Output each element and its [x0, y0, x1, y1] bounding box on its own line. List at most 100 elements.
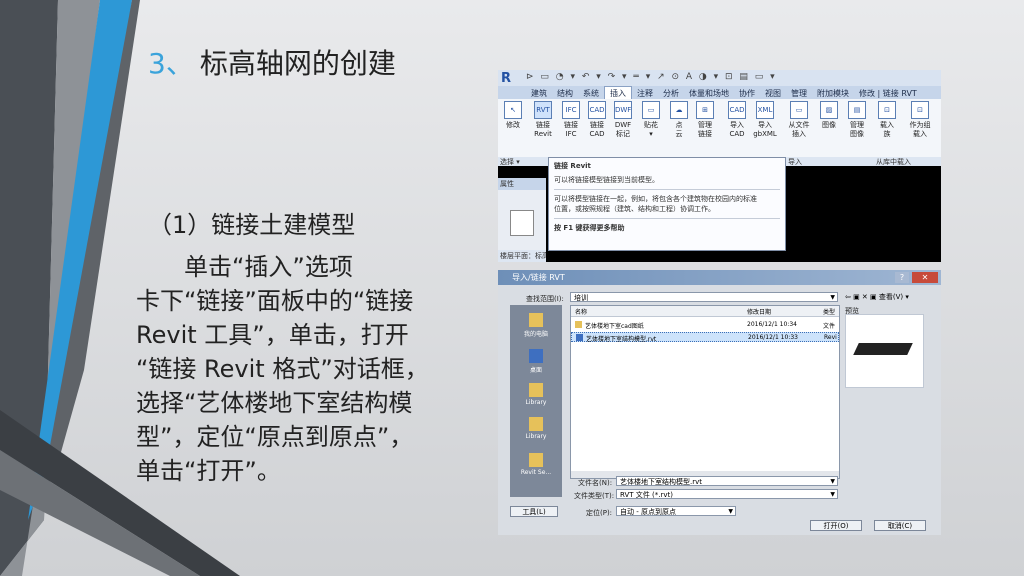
tooltip-line: 可以将链接模型链接到当前模型。 [554, 176, 659, 184]
computer-icon [529, 313, 543, 327]
tab-insert[interactable]: 插入 [604, 86, 632, 100]
tooltip-line: 位置，或按照规程（建筑、结构和工程）协调工作。 [554, 205, 715, 213]
place-library-2[interactable]: Library [510, 417, 562, 440]
help-button[interactable]: ? [895, 272, 909, 283]
lookin-label: 查找范围(I): [526, 295, 564, 303]
insert-from-file-button[interactable]: ▭ 从文件 插入 [786, 101, 812, 139]
load-library-group-label: 从库中载入 [876, 158, 911, 166]
body-line: 选择“艺体楼地下室结构模 [136, 389, 413, 417]
tooltip-line: 可以将模型链接在一起，例如，将包含各个建筑物在校园内的标准 [554, 195, 757, 203]
cloud-icon: ☁ [670, 101, 688, 119]
load-group-icon: ⊡ [911, 101, 929, 119]
dwf-markup-button[interactable]: DWF DWF 标记 [610, 101, 636, 139]
manage-images-button[interactable]: ▤ 管理 图像 [844, 101, 870, 139]
ribbon-panel: ↖ 修改 RVT 链接 Revit IFC 链接 IFC CAD 链接 CAD DWF D… [498, 99, 941, 158]
rvt-file-icon [576, 334, 583, 341]
view-name: 楼层平面：标高 1 [498, 250, 546, 262]
tooltip-divider [554, 189, 780, 190]
insert-file-icon: ▭ [790, 101, 808, 119]
list-item-selected[interactable]: 艺体楼地下室结构模型.rvt 2016/12/1 10:33 Revi [571, 332, 839, 343]
open-button[interactable]: 打开(O) [810, 520, 862, 531]
chevron-down-icon: ▼ [728, 508, 733, 515]
link-cad-button[interactable]: CAD 链接 CAD [584, 101, 610, 139]
place-computer[interactable]: 我的电脑 [510, 313, 562, 338]
column-name[interactable]: 名称 [575, 307, 587, 316]
dwf-icon: DWF [614, 101, 632, 119]
import-gbxml-icon: XML [756, 101, 774, 119]
body-line: 型”，定位“原点到原点”， [136, 423, 414, 451]
tooltip-divider [554, 218, 780, 219]
ribbon-tabs: 建筑 结构 系统 插入 注释 分析 体量和场地 协作 视图 管理 附加模块 修改 | 链接 RVT [498, 86, 941, 100]
manage-links-button[interactable]: ⊞ 管理 链接 [692, 101, 718, 139]
point-cloud-button[interactable]: ☁ 点 云 [666, 101, 692, 139]
folder-icon [529, 417, 543, 431]
import-group-label: 导入 [788, 158, 802, 166]
folder-icon [529, 383, 543, 397]
image-icon: ▨ [820, 101, 838, 119]
cancel-button[interactable]: 取消(C) [874, 520, 926, 531]
load-family-icon: ⊡ [878, 101, 896, 119]
title-text: 标高轴网的创建 [199, 47, 396, 80]
revit-ribbon-screenshot: R ⊳ ▭ ◔ ▾ ↶ ▾ ↷ ▾ ═ ▾ ↗ ⊙ A ◑ ▾ ⊡ ▤ ▭ ▾ … [498, 70, 941, 262]
preview-pane [845, 314, 924, 388]
quick-access-toolbar: R ⊳ ▭ ◔ ▾ ↶ ▾ ↷ ▾ ═ ▾ ↗ ⊙ A ◑ ▾ ⊡ ▤ ▭ ▾ [498, 70, 941, 86]
dialog-title: 导入/链接 RVT [498, 270, 941, 285]
tooltip-title: 链接 Revit [554, 162, 591, 170]
chevron-down-icon: ▼ [830, 491, 835, 498]
link-ifc-button[interactable]: IFC 链接 IFC [558, 101, 584, 139]
load-family-button[interactable]: ⊡ 载入 族 [874, 101, 900, 139]
tools-button[interactable]: 工具(L) [510, 506, 558, 517]
place-revit-server[interactable]: Revit Se... [510, 453, 562, 476]
body-line: 单击“打开”。 [136, 457, 281, 485]
file-list-header: 名称 修改日期 类型 [571, 306, 839, 317]
filename-label: 文件名(N): [578, 479, 613, 487]
dialog-toolbar[interactable]: ⇦ ▣ ✕ ▣ 查看(V) ▾ [845, 292, 909, 302]
manage-images-icon: ▤ [848, 101, 866, 119]
tooltip-help: 按 F1 键获得更多帮助 [554, 224, 625, 232]
folder-icon [575, 321, 582, 328]
chevron-down-icon: ▼ [830, 478, 835, 485]
select-group-label[interactable]: 选择 ▾ [500, 157, 520, 167]
cursor-icon: ↖ [504, 101, 522, 119]
filetype-select[interactable]: RVT 文件 (*.rvt) ▼ [616, 489, 838, 499]
body-line: 卡下“链接”面板中的“链接 [136, 287, 414, 315]
filename-input[interactable]: 艺体楼地下室结构模型.rvt ▼ [616, 476, 838, 486]
link-cad-icon: CAD [588, 101, 606, 119]
import-link-dialog: 导入/链接 RVT ? ✕ 查找范围(I): 培训 ▼ ⇦ ▣ ✕ ▣ 查看(V)… [498, 270, 941, 535]
position-select[interactable]: 自动 - 原点到原点 ▼ [616, 506, 736, 516]
body-text: 单击“插入”选项 卡下“链接”面板中的“链接 Revit 工具”，单击，打开 “… [136, 250, 476, 488]
body-line: “链接 Revit 格式”对话框， [136, 355, 429, 383]
properties-palette: 属性 楼层平面：标高 1 [498, 178, 546, 262]
column-type[interactable]: 类型 [823, 307, 835, 316]
modify-button[interactable]: ↖ 修改 [500, 101, 526, 130]
lookin-select[interactable]: 培训 ▼ [570, 292, 838, 302]
manage-links-icon: ⊞ [696, 101, 714, 119]
load-as-group-button[interactable]: ⊡ 作为组 载入 [904, 101, 936, 139]
list-item[interactable]: 艺体楼地下室cad图纸 2016/12/1 10:34 文件 [571, 320, 839, 330]
server-icon [529, 453, 543, 467]
desktop-icon [529, 349, 543, 363]
slide-title: 3、 标高轴网的创建 [148, 42, 396, 82]
body-line: Revit 工具”，单击，打开 [136, 321, 409, 349]
place-library[interactable]: Library [510, 383, 562, 406]
body-line: 单击“插入”选项 [136, 253, 353, 281]
model-thumbnail [853, 343, 913, 355]
decal-button[interactable]: ▭ 贴花 ▾ [638, 101, 664, 139]
qat-icons[interactable]: ⊳ ▭ ◔ ▾ ↶ ▾ ↷ ▾ ═ ▾ ↗ ⊙ A ◑ ▾ ⊡ ▤ ▭ ▾ [526, 72, 777, 82]
close-button[interactable]: ✕ [912, 272, 938, 283]
decal-icon: ▭ [642, 101, 660, 119]
place-desktop[interactable]: 桌面 [510, 349, 562, 374]
properties-header: 属性 [498, 178, 546, 190]
file-list: 名称 修改日期 类型 艺体楼地下室cad图纸 2016/12/1 10:34 文… [570, 305, 840, 479]
link-revit-tooltip: 链接 Revit 可以将链接模型链接到当前模型。 可以将模型链接在一起，例如，将… [548, 157, 786, 251]
import-cad-icon: CAD [728, 101, 746, 119]
link-revit-icon: RVT [534, 101, 552, 119]
column-date[interactable]: 修改日期 [747, 307, 771, 316]
places-bar: 我的电脑 桌面 Library Library Revit Se... [510, 305, 562, 497]
link-revit-button[interactable]: RVT 链接 Revit [530, 101, 556, 139]
revit-logo-icon[interactable]: R [501, 71, 519, 86]
image-button[interactable]: ▨ 图像 [816, 101, 842, 130]
import-cad-button[interactable]: CAD 导入 CAD [724, 101, 750, 139]
type-selector-icon[interactable] [510, 210, 534, 236]
import-gbxml-button[interactable]: XML 导入 gbXML [752, 101, 778, 139]
